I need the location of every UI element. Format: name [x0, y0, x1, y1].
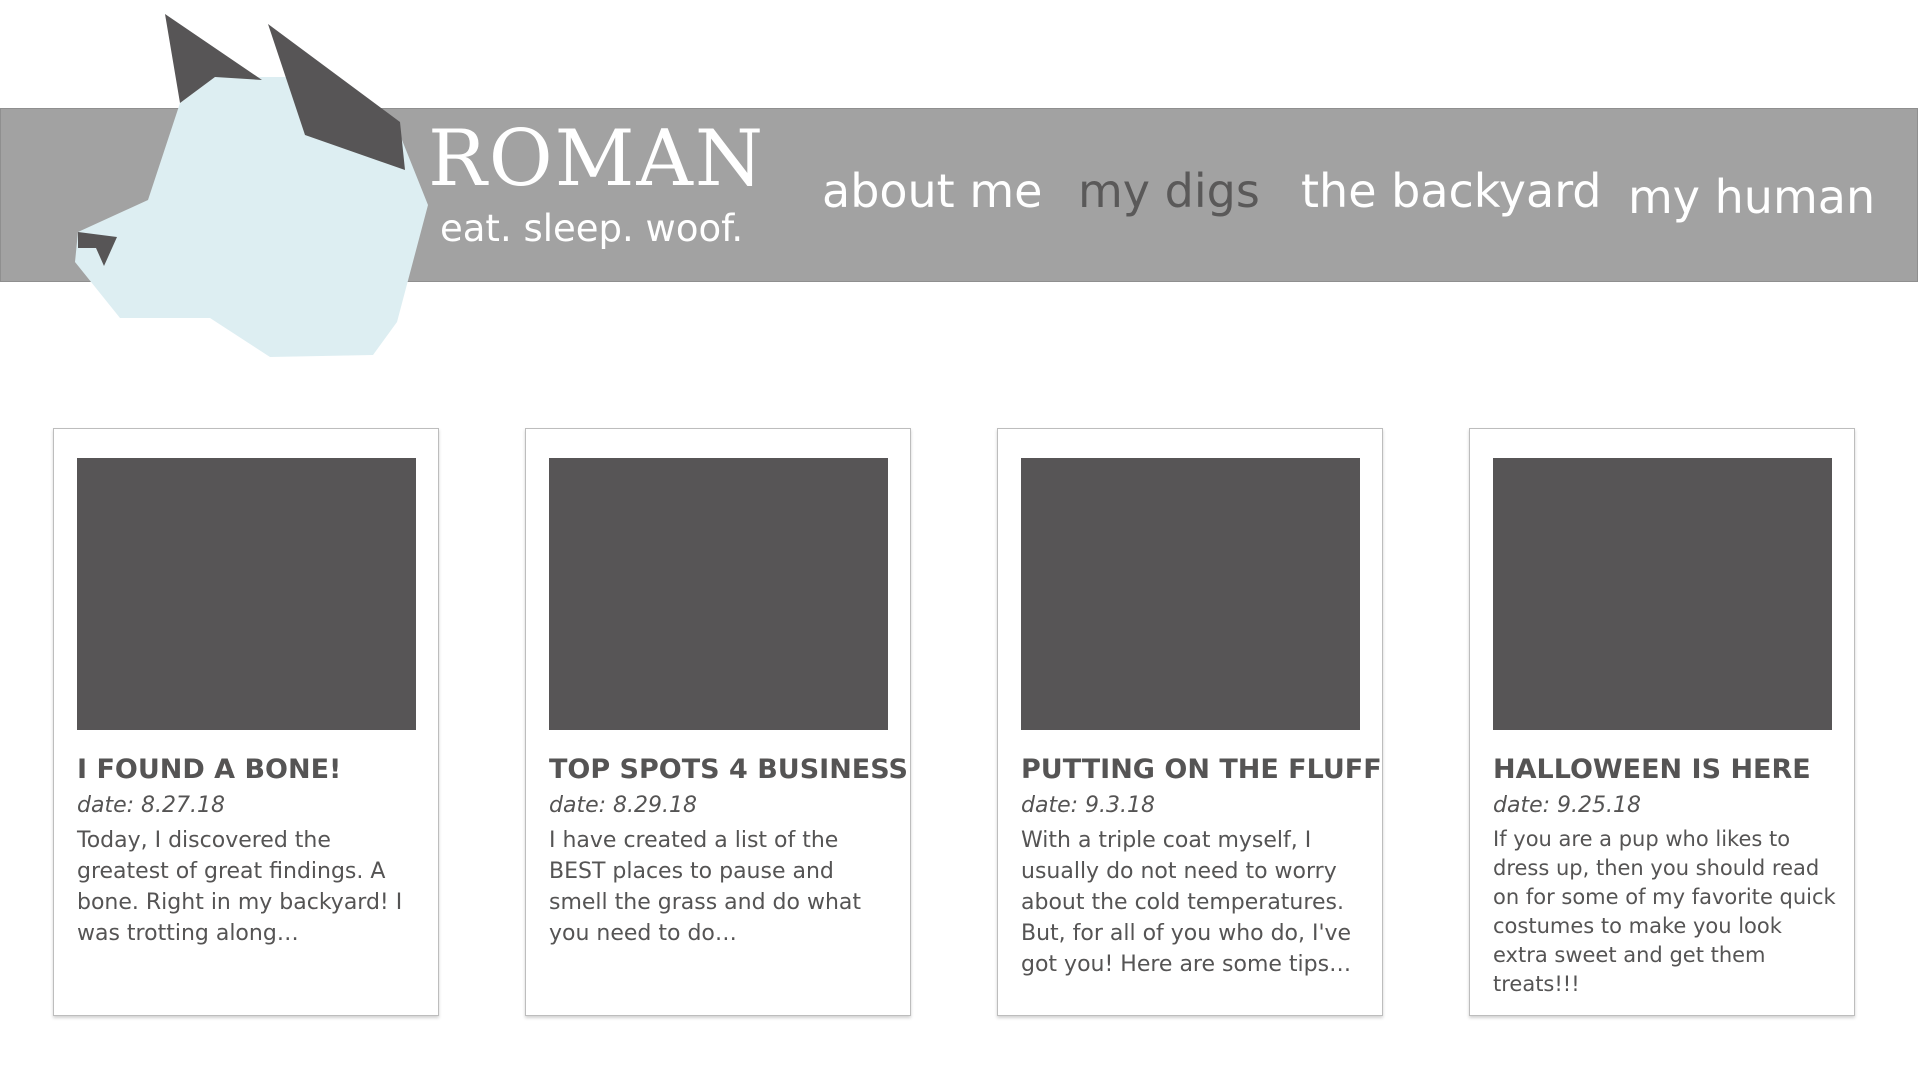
nav-item-my-digs[interactable]: my digs	[1078, 168, 1260, 214]
post-card[interactable]: I FOUND A BONE! date: 8.27.18 Today, I d…	[53, 428, 439, 1016]
post-card[interactable]: TOP SPOTS 4 BUSINESS date: 8.29.18 I hav…	[525, 428, 911, 1016]
post-title[interactable]: I FOUND A BONE!	[77, 754, 427, 786]
post-title[interactable]: TOP SPOTS 4 BUSINESS	[549, 754, 908, 786]
post-title[interactable]: PUTTING ON THE FLUFF	[1021, 754, 1382, 786]
post-excerpt: Today, I discovered the greatest of grea…	[77, 828, 403, 946]
brand-tagline: eat. sleep. woof.	[440, 207, 744, 250]
post-image-placeholder[interactable]	[1493, 458, 1832, 730]
post-excerpt: I have created a list of the BEST places…	[549, 828, 861, 946]
post-image-placeholder[interactable]	[1021, 458, 1360, 730]
post-date: date: 9.25.18	[1493, 793, 1641, 818]
post-title[interactable]: HALLOWEEN IS HERE	[1493, 754, 1843, 786]
post-date: date: 9.3.18	[1021, 793, 1155, 818]
post-date: date: 8.29.18	[549, 793, 697, 818]
post-card[interactable]: PUTTING ON THE FLUFF date: 9.3.18 With a…	[997, 428, 1383, 1016]
post-image-placeholder[interactable]	[77, 458, 416, 730]
post-card[interactable]: HALLOWEEN IS HERE date: 9.25.18 If you a…	[1469, 428, 1855, 1016]
post-date: date: 8.27.18	[77, 793, 225, 818]
post-excerpt: If you are a pup who likes to dress up, …	[1493, 827, 1836, 996]
husky-head-icon[interactable]	[0, 0, 440, 370]
post-image-placeholder[interactable]	[549, 458, 888, 730]
post-excerpt: With a triple coat myself, I usually do …	[1021, 828, 1352, 977]
nav-item-the-backyard[interactable]: the backyard	[1301, 168, 1602, 214]
brand-name: ROMAN	[428, 114, 766, 204]
main-nav: about me my digs the backyard my human	[820, 168, 1900, 238]
nav-item-my-human[interactable]: my human	[1628, 174, 1875, 220]
nav-item-about-me[interactable]: about me	[822, 168, 1042, 214]
